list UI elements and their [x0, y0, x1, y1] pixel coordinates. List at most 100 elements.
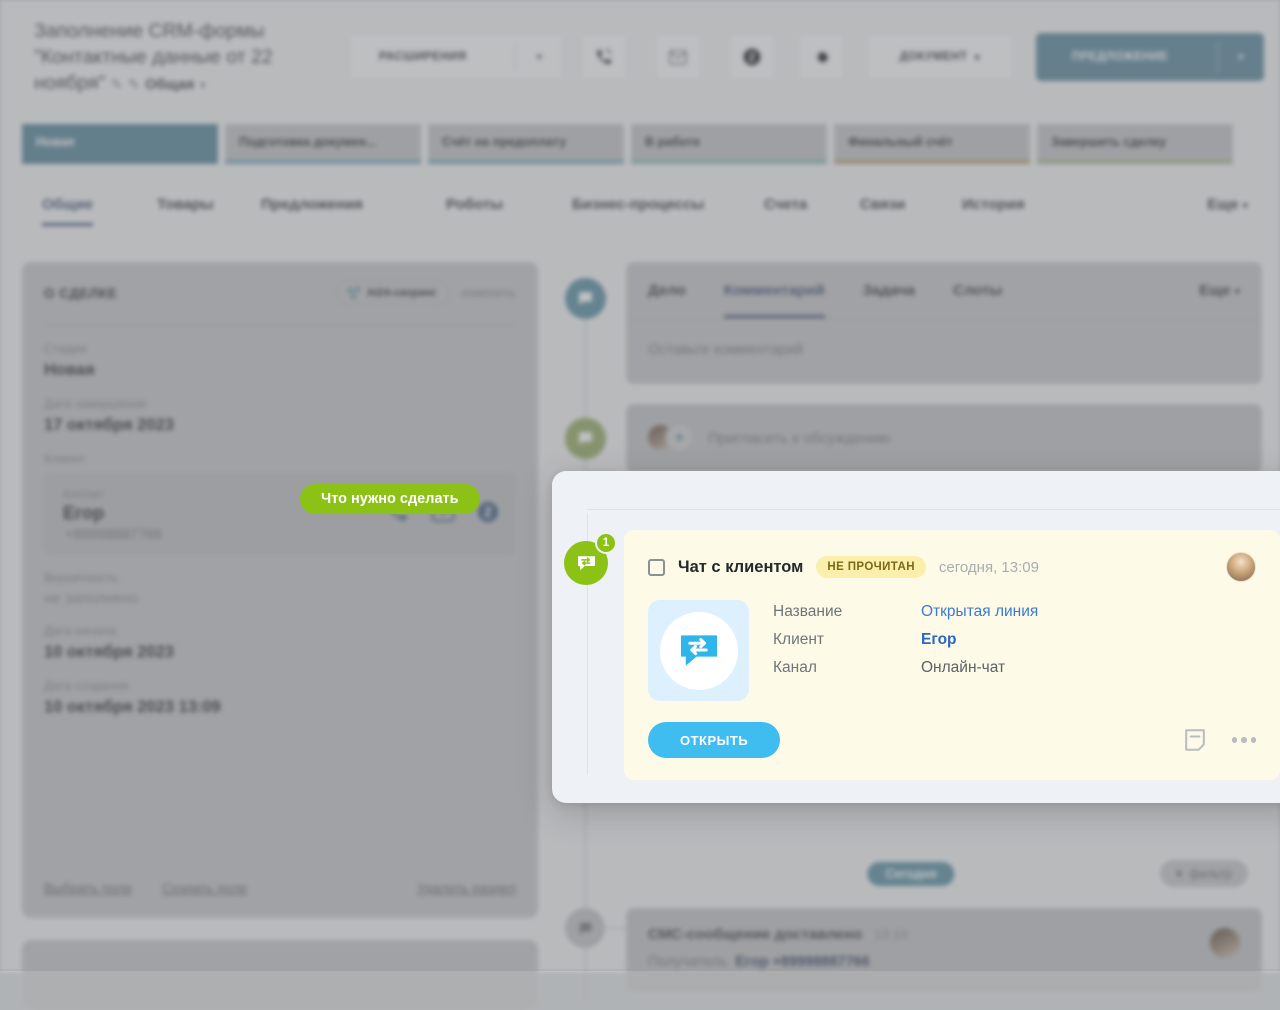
task-timestamp: сегодня, 13:09: [938, 558, 1039, 576]
invite-badge-icon: [565, 418, 606, 459]
tab-label: Роботы: [446, 196, 504, 213]
stage-item[interactable]: Подготовка докумен...: [225, 124, 421, 164]
chat-bubble-icon: [579, 292, 592, 305]
open-button[interactable]: ОТКРЫТЬ: [648, 722, 781, 758]
field-label: Канал: [773, 659, 817, 676]
unread-count-badge: 1: [595, 532, 617, 554]
tab-label: Бизнес-процессы: [572, 196, 705, 213]
task-field-row: Название Открытая линия: [773, 603, 1038, 621]
stage-item[interactable]: В работе: [631, 124, 827, 164]
filter-button[interactable]: ▾ фильтр: [1159, 860, 1248, 887]
task-checkbox[interactable]: [648, 558, 665, 576]
comment-input[interactable]: Оставьте комментарий: [626, 320, 1262, 380]
chevron-down-icon: ▾: [1234, 286, 1240, 298]
composer-tab-kommentariy[interactable]: Комментарий: [723, 282, 825, 318]
settings-button[interactable]: [797, 33, 845, 81]
ai-dots-icon: [347, 286, 361, 300]
composer-tab-delo[interactable]: Дело: [648, 282, 686, 299]
field-label: Клиент: [773, 631, 825, 648]
task-footer-icons: [1184, 728, 1256, 752]
panel-header: О СДЕЛКЕ AI24-скоринг изменить: [44, 262, 516, 325]
email-button[interactable]: [654, 33, 702, 81]
pipeline-stages: Новая Подготовка докумен... Счёт на пред…: [22, 124, 1233, 164]
stage-item[interactable]: Финальный счёт: [834, 124, 1030, 164]
tab-obshchie[interactable]: Общие: [42, 196, 94, 226]
chevron-down-icon: ▾: [974, 51, 981, 64]
tab-svyazi[interactable]: Связи: [860, 196, 905, 213]
edit-link[interactable]: изменить: [462, 286, 516, 300]
today-separator: Сегодня: [867, 862, 955, 886]
contact-button[interactable]: [728, 33, 776, 81]
avatar-group: +: [646, 423, 694, 453]
sms-recipient-name[interactable]: Егор: [735, 954, 768, 970]
tab-biznes[interactable]: Бизнес-процессы: [572, 196, 704, 213]
contact-icon[interactable]: [477, 501, 499, 523]
tab-istoriya[interactable]: История: [962, 196, 1025, 213]
tab-label: Дело: [648, 282, 686, 299]
nav-tabs: Общие Товары Предложения Роботы Бизнес-п…: [42, 196, 1250, 240]
field-label: Дата начала: [44, 624, 117, 638]
tab-roboty[interactable]: Роботы: [446, 196, 503, 213]
more-options-icon[interactable]: [1231, 737, 1256, 743]
deal-category-label[interactable]: Общая: [145, 77, 194, 93]
sms-recipient-phone[interactable]: +89998887766: [773, 954, 870, 970]
tab-tovary[interactable]: Товары: [157, 196, 214, 213]
link-icon[interactable]: ✎: [128, 76, 140, 92]
stage-label: В работе: [645, 135, 701, 149]
stage-item[interactable]: Завершить сделку: [1037, 124, 1233, 164]
chevron-down-icon[interactable]: ▼: [1218, 33, 1264, 81]
secondary-panel: [22, 940, 538, 1010]
task-header: Чат с клиентом НЕ ПРОЧИТАН сегодня, 13:0…: [648, 552, 1256, 582]
sms-badge-icon: [565, 908, 605, 948]
proposal-label: ПРЕДЛОЖЕНИЕ: [1072, 51, 1168, 63]
field-stage: Стадия Новая: [44, 342, 516, 380]
task-field-row: Канал Онлайн-чат: [773, 659, 1038, 677]
field-value[interactable]: Егор: [921, 631, 957, 649]
note-icon[interactable]: [1184, 728, 1206, 752]
document-label: ДОКУМЕНТ: [899, 51, 968, 63]
tab-scheta[interactable]: Счета: [764, 196, 807, 213]
task-title: Чат с клиентом: [678, 557, 804, 576]
tab-more[interactable]: Еще ▾: [1207, 196, 1248, 213]
chat-exchange-icon: [680, 634, 717, 666]
field-value[interactable]: Открытая линия: [921, 603, 1038, 621]
stage-label: Финальный счёт: [848, 135, 953, 149]
stage-label: Новая: [36, 135, 75, 149]
contact-phone[interactable]: +89998887766: [65, 527, 497, 543]
document-button[interactable]: ДОКУМЕНТ ▾: [866, 33, 1014, 81]
task-body: Название Открытая линия Клиент Егор Кана…: [648, 600, 1256, 701]
delete-section-link[interactable]: Удалить раздел: [417, 881, 516, 896]
comment-badge-icon: [565, 278, 606, 319]
create-field-link[interactable]: Создать поле: [162, 881, 247, 896]
field-close-date: Дата завершения 17 октября 2023: [44, 397, 516, 435]
deal-title-line2: "Контактные данные от 22: [34, 46, 273, 68]
stage-item[interactable]: Счёт на предоплату: [428, 124, 624, 164]
filter-label: фильтр: [1189, 866, 1232, 881]
task-field-row: Клиент Егор: [773, 631, 1038, 649]
add-participant-icon[interactable]: +: [665, 423, 694, 452]
what-to-do-pill: Что нужно сделать: [300, 484, 480, 514]
stage-label: Счёт на предоплату: [442, 135, 567, 149]
call-button[interactable]: [580, 33, 628, 81]
composer-tab-more[interactable]: Еще ▾: [1199, 282, 1240, 299]
tab-more-label: Еще: [1207, 196, 1239, 213]
chevron-down-icon[interactable]: ▾: [200, 78, 206, 92]
select-field-link[interactable]: Выбрать поле: [44, 881, 132, 896]
edit-pencil-icon[interactable]: ✎: [111, 76, 123, 92]
what-to-do-label: Что нужно сделать: [321, 491, 459, 507]
chevron-down-icon[interactable]: ▼: [516, 34, 563, 80]
stage-label: Подготовка докумен...: [239, 135, 377, 149]
field-value: Онлайн-чат: [921, 659, 1006, 676]
composer-tab-zadacha[interactable]: Задача: [863, 282, 915, 299]
extensions-button[interactable]: РАСШИРЕНИЯ ▼: [348, 33, 564, 81]
proposal-button[interactable]: ПРЕДЛОЖЕНИЕ ▼: [1036, 33, 1264, 81]
composer-tab-sloty[interactable]: Слоты: [953, 282, 1002, 299]
tab-label: Слоты: [953, 282, 1003, 299]
stage-item[interactable]: Новая: [22, 124, 218, 164]
invite-to-discussion-row[interactable]: + Пригласить к обсуждению: [626, 404, 1262, 472]
ai-scoring-chip[interactable]: AI24-скоринг: [335, 280, 449, 306]
page-title: Заполнение CRM-формы "Контактные данные …: [34, 18, 334, 98]
chat-bubble-icon: [579, 432, 592, 445]
tab-predlozheniya[interactable]: Предложения: [261, 196, 363, 213]
deal-info-panel: О СДЕЛКЕ AI24-скоринг изменить Стадия Но…: [22, 262, 538, 918]
